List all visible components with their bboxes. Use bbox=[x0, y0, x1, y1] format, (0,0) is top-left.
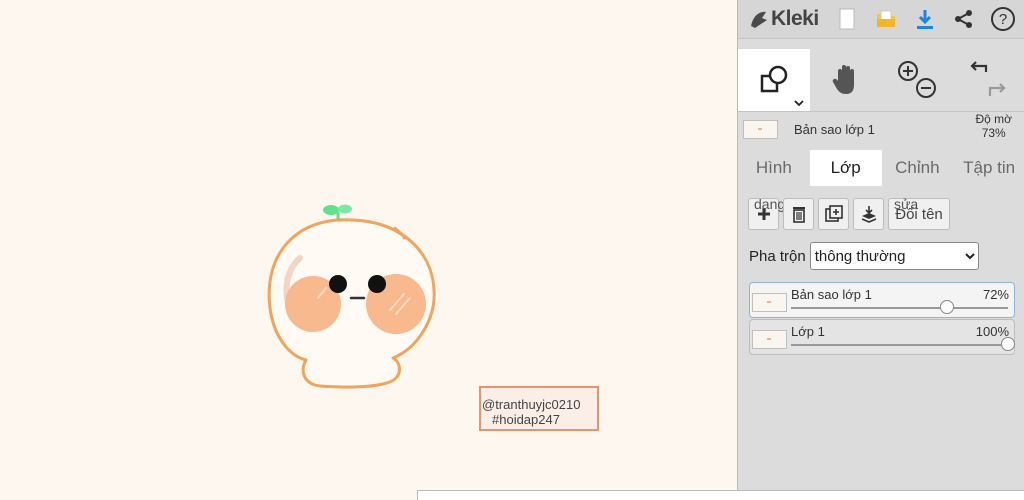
layer-list-item[interactable]: Lớp 1 100% bbox=[749, 319, 1015, 355]
slider-knob[interactable] bbox=[1001, 337, 1015, 351]
share-icon bbox=[954, 9, 974, 29]
shape-tool-icon bbox=[758, 64, 790, 96]
delete-layer-button[interactable] bbox=[783, 198, 814, 230]
watermark-line-2: #hoidap247 bbox=[482, 412, 597, 427]
svg-text:?: ? bbox=[998, 11, 1006, 28]
hand-tool-icon bbox=[830, 63, 860, 97]
top-toolbar: Kleki bbox=[738, 0, 1024, 39]
duplicate-layer-button[interactable] bbox=[818, 198, 849, 230]
current-layer-thumbnail bbox=[743, 120, 778, 139]
chevron-down-icon bbox=[794, 100, 804, 107]
zoom-icon bbox=[895, 60, 939, 100]
new-file-button[interactable] bbox=[827, 0, 866, 38]
tab-file[interactable]: Tập tin bbox=[953, 150, 1024, 186]
tab-shape[interactable]: Hình bbox=[738, 150, 810, 186]
hand-tool-button[interactable] bbox=[810, 49, 882, 111]
drawing-canvas[interactable]: @tranthuyjc0210 #hoidap247 bbox=[0, 0, 737, 499]
layer-name: Bản sao lớp 1 bbox=[791, 287, 872, 302]
tool-row bbox=[738, 49, 1024, 112]
watermark-line-1: @tranthuyjc0210 bbox=[482, 397, 597, 412]
layer-name: Lớp 1 bbox=[791, 324, 825, 339]
shape-tool-button[interactable] bbox=[738, 49, 810, 111]
undo-redo-buttons[interactable] bbox=[953, 49, 1024, 111]
download-icon bbox=[915, 8, 935, 30]
layer-opacity-percent: 72% bbox=[983, 287, 1009, 302]
opacity-value: 73% bbox=[975, 126, 1012, 140]
layer-opacity-slider[interactable] bbox=[791, 344, 1008, 346]
layer-button-row: dạng Đổi tên sửa bbox=[748, 198, 950, 232]
blend-mode-label: Pha trộn bbox=[749, 248, 806, 265]
app-name: Kleki bbox=[771, 7, 819, 31]
add-layer-button[interactable]: dạng bbox=[748, 198, 779, 230]
kleki-logo-icon bbox=[747, 8, 769, 30]
rename-layer-button[interactable]: Đổi tên sửa bbox=[888, 198, 950, 230]
slider-knob[interactable] bbox=[940, 300, 954, 314]
merge-down-icon bbox=[860, 205, 878, 223]
layer-list-item[interactable]: Bản sao lớp 1 72% bbox=[749, 282, 1015, 318]
new-file-icon bbox=[839, 8, 855, 30]
blend-mode-select[interactable]: thông thường bbox=[810, 242, 979, 270]
duplicate-icon bbox=[825, 205, 843, 223]
app-logo[interactable]: Kleki bbox=[738, 7, 827, 31]
save-button[interactable] bbox=[905, 0, 944, 38]
merge-down-button[interactable] bbox=[853, 198, 884, 230]
opacity-label: Độ mờ bbox=[975, 112, 1012, 126]
trash-icon bbox=[791, 205, 807, 223]
tab-layers[interactable]: Lớp bbox=[810, 150, 882, 186]
overlay-text-right: sửa bbox=[894, 196, 918, 212]
current-layer-opacity: Độ mờ 73% bbox=[975, 112, 1012, 140]
layer-opacity-slider[interactable] bbox=[791, 307, 1008, 309]
left-eye bbox=[329, 275, 347, 293]
side-panel: Kleki bbox=[737, 0, 1024, 490]
tab-edit[interactable]: Chỉnh bbox=[882, 150, 954, 186]
help-button[interactable]: ? bbox=[983, 0, 1022, 38]
open-button[interactable] bbox=[866, 0, 905, 38]
layer-thumbnail bbox=[752, 330, 787, 349]
zoom-buttons[interactable] bbox=[881, 49, 953, 111]
help-icon: ? bbox=[990, 6, 1016, 32]
current-layer-info: Bản sao lớp 1 Độ mờ 73% bbox=[738, 112, 1024, 146]
current-layer-name: Bản sao lớp 1 bbox=[794, 122, 875, 137]
overlay-text-left: dạng bbox=[754, 196, 785, 212]
panel-tabs: Hình Lớp Chỉnh Tập tin bbox=[738, 150, 1024, 186]
blend-mode-row: Pha trộn thông thường bbox=[749, 242, 979, 270]
undo-redo-icon bbox=[966, 60, 1010, 100]
mascot-drawing bbox=[258, 198, 448, 393]
layer-thumbnail bbox=[752, 293, 787, 312]
right-eye bbox=[368, 275, 386, 293]
sprout-icon bbox=[323, 205, 352, 221]
share-button[interactable] bbox=[944, 0, 983, 38]
watermark-box: @tranthuyjc0210 #hoidap247 bbox=[479, 386, 599, 431]
open-folder-icon bbox=[875, 9, 897, 29]
